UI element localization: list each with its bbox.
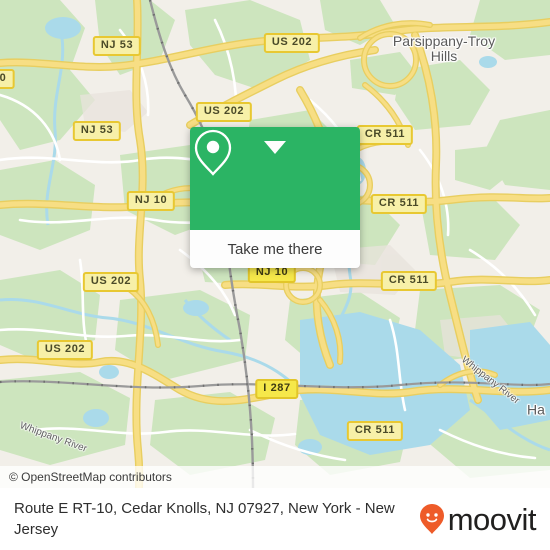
road-shield: CR 511: [370, 194, 428, 214]
road-shield: NJ 10: [126, 191, 176, 211]
moovit-wordmark: moovit: [447, 501, 537, 537]
moovit-logo[interactable]: moovit: [419, 501, 537, 537]
osm-attribution-text: © OpenStreetMap contributors: [9, 470, 172, 484]
road-shield: I 287: [255, 379, 299, 399]
take-me-there-button[interactable]: Take me there: [190, 230, 360, 268]
moovit-map-screen: NJ 53 US 202 US 202 NJ 53 CR 511 NJ 10 CR 511 U…: [0, 0, 550, 550]
road-shield: CR 511: [380, 271, 438, 291]
map-canvas[interactable]: NJ 53 US 202 US 202 NJ 53 CR 511 NJ 10 CR 511 U…: [0, 0, 550, 488]
map-attribution-bar: © OpenStreetMap contributors: [0, 466, 550, 488]
location-title: Route E RT-10, Cedar Knolls, NJ 07927, N…: [14, 500, 395, 538]
map-pin-icon: [194, 129, 232, 176]
road-shield: NJ 53: [92, 36, 142, 56]
moovit-pin-icon: [419, 504, 444, 534]
callout-tail: [264, 141, 286, 154]
road-shield: 0: [0, 69, 15, 89]
road-shield: CR 511: [356, 125, 414, 145]
take-me-there-label: Take me there: [227, 240, 323, 258]
footer-bar: Route E RT-10, Cedar Knolls, NJ 07927, N…: [0, 488, 550, 550]
road-shield: CR 511: [346, 421, 404, 441]
road-shield: US 202: [82, 272, 140, 292]
road-shield: US 202: [263, 33, 321, 53]
road-shield: NJ 53: [72, 121, 122, 141]
road-shield: US 202: [36, 340, 94, 360]
road-shield: US 202: [195, 102, 253, 122]
